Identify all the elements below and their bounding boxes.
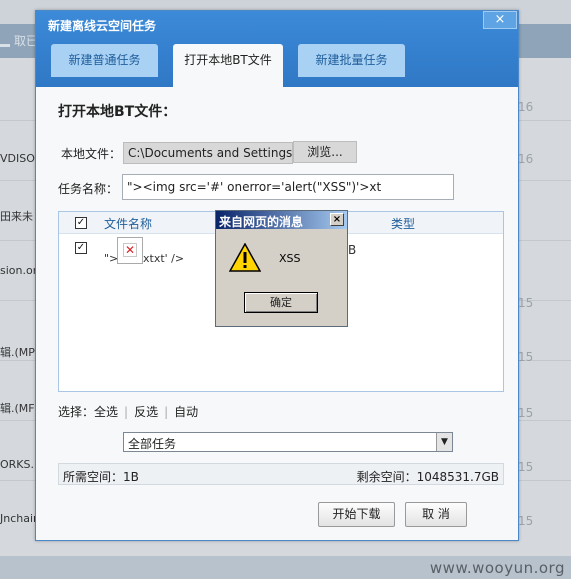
select-label: 选择： [58, 405, 95, 419]
select-auto-link[interactable]: 自动 [174, 405, 198, 419]
cancel-button[interactable]: 取 消 [405, 502, 467, 527]
background-row-name: Jnchair [0, 512, 38, 525]
start-download-button[interactable]: 开始下载 [318, 502, 395, 527]
background-row-name: sion.or [0, 264, 38, 277]
select-all-link[interactable]: 全选 [94, 405, 118, 419]
dialog-close-button[interactable]: × [483, 11, 517, 29]
header-type: 类型 [391, 217, 416, 231]
warning-icon [229, 243, 261, 272]
task-filter-dropdown[interactable]: 全部任务 ▼ [123, 432, 453, 452]
watermark: www.wooyun.org [429, 559, 565, 577]
alert-title-text: 来自网页的消息 [219, 215, 304, 229]
select-invert-link[interactable]: 反选 [134, 405, 158, 419]
file-row-size: B [348, 243, 357, 257]
background-row-value: 15 [518, 460, 534, 474]
local-file-path-field[interactable]: C:\Documents and Settings\Ac [123, 142, 293, 164]
dialog-title: 新建离线云空间任务 [48, 19, 157, 33]
space-remaining: 剩余空间：1048531.7GB [356, 470, 499, 484]
section-title: 打开本地BT文件： [58, 104, 177, 120]
dialog-titlebar: 新建离线云空间任务 × 新建普通任务 打开本地BT文件 新建批量任务 [36, 11, 518, 87]
alert-close-button[interactable]: × [330, 213, 344, 226]
close-icon: × [494, 12, 506, 27]
separator: | [124, 405, 129, 419]
background-row-name: 田来未 [0, 210, 33, 223]
alert-ok-button[interactable]: 确定 [244, 292, 318, 313]
background-footer: www.wooyun.org [0, 556, 571, 579]
background-row-value: 15 [518, 296, 534, 310]
dropdown-value: 全部任务 [128, 437, 177, 451]
tab-batch-task[interactable]: 新建批量任务 [298, 44, 405, 77]
local-file-label: 本地文件： [61, 147, 122, 161]
close-icon: × [332, 214, 342, 225]
alert-dialog: 来自网页的消息 × XSS 确定 [215, 210, 348, 327]
browse-button[interactable]: 浏览... [293, 141, 357, 163]
alert-title: 来自网页的消息 × [216, 211, 347, 229]
broken-image: ✕ [117, 237, 143, 264]
select-all-checkbox[interactable]: ✓ [75, 217, 87, 229]
file-row-name-suffix: xtxt' /> [143, 252, 185, 265]
header-file-name: 文件名称 [104, 217, 153, 231]
background-row-value: 16 [518, 152, 534, 166]
background-row-value: 15 [518, 514, 534, 528]
background-row-value: 15 [518, 350, 534, 364]
download-icon [0, 35, 10, 47]
broken-image-icon: ✕ [123, 243, 137, 257]
background-cancel-item: 取已 [0, 32, 38, 49]
tab-normal-task[interactable]: 新建普通任务 [51, 44, 158, 77]
task-name-input[interactable]: "><img src='#' onerror='alert("XSS")'>xt [122, 174, 454, 200]
task-name-label: 任务名称： [58, 182, 119, 196]
space-needed: 所需空间：1B [63, 470, 139, 484]
select-options: 选择：全选 | 反选 | 自动 [58, 403, 198, 420]
background-row-name: 辑.(MF [0, 402, 35, 415]
chevron-down-icon: ▼ [436, 433, 452, 451]
separator: | [164, 405, 169, 419]
background-row-value: 15 [518, 406, 534, 420]
tab-open-local-bt[interactable]: 打开本地BT文件 [173, 44, 283, 87]
background-row-value: 16 [518, 100, 534, 114]
space-info-bar: 所需空间：1B 剩余空间：1048531.7GB [58, 463, 504, 485]
alert-message: XSS [279, 252, 301, 265]
file-row-checkbox[interactable]: ✓ [75, 242, 87, 254]
background-row-name: VDISO [0, 152, 35, 165]
